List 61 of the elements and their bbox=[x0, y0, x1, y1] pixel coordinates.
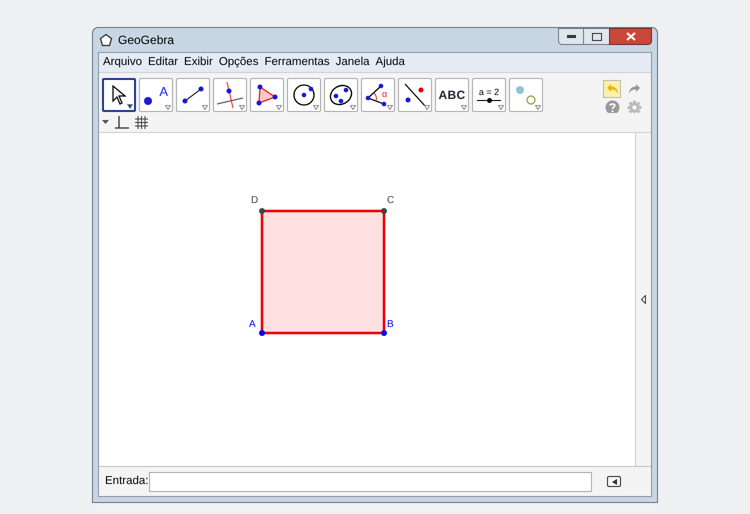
tool-button[interactable]: A bbox=[139, 78, 173, 112]
triangle-left-icon bbox=[612, 478, 617, 484]
tool-button[interactable]: α bbox=[361, 78, 395, 112]
collapse-triangle-icon[interactable] bbox=[102, 120, 109, 125]
menu-item[interactable]: Editar bbox=[148, 54, 178, 72]
dropdown-triangle-icon bbox=[202, 105, 208, 110]
triangle-icon bbox=[255, 84, 279, 106]
perpendicular-line-icon bbox=[216, 81, 244, 109]
tool-button[interactable] bbox=[287, 78, 321, 112]
minimize-button[interactable] bbox=[558, 28, 584, 45]
point-label: A bbox=[249, 319, 256, 330]
ellipse-icon bbox=[328, 83, 354, 107]
tool-button[interactable] bbox=[102, 78, 136, 112]
pentagon-icon bbox=[99, 33, 113, 47]
grid-icon[interactable] bbox=[135, 116, 148, 129]
dropdown-triangle-icon bbox=[461, 105, 467, 110]
axes-icon[interactable] bbox=[115, 116, 129, 130]
text-tool-label: ABC bbox=[438, 87, 466, 104]
segment-icon bbox=[182, 86, 204, 104]
dropdown-triangle-icon bbox=[165, 105, 171, 110]
menu-item[interactable]: Janela bbox=[336, 54, 370, 72]
point-label: D bbox=[251, 195, 258, 206]
input-label: Entrada: bbox=[105, 474, 148, 489]
line-and-point-icon bbox=[402, 82, 428, 108]
tool-button[interactable] bbox=[324, 78, 358, 112]
dropdown-triangle-icon bbox=[350, 105, 356, 110]
point-label: B bbox=[387, 319, 394, 330]
circle-icon bbox=[292, 83, 316, 107]
maximize-button[interactable] bbox=[584, 28, 609, 45]
input-field[interactable] bbox=[149, 472, 592, 492]
minimize-icon bbox=[566, 35, 576, 38]
redo-arrow-icon bbox=[628, 83, 640, 95]
dropdown-triangle-icon bbox=[387, 105, 393, 110]
tool-button[interactable] bbox=[176, 78, 210, 112]
point-label: C bbox=[387, 195, 394, 206]
dropdown-triangle-icon bbox=[535, 105, 541, 110]
close-button[interactable] bbox=[609, 28, 652, 45]
tool-button[interactable]: a = 2 bbox=[472, 78, 506, 112]
dropdown-triangle-icon bbox=[276, 105, 282, 110]
two-balls-icon bbox=[514, 84, 538, 106]
menu-item[interactable]: Arquivo bbox=[103, 54, 142, 72]
menu-item[interactable]: Ajuda bbox=[376, 54, 405, 72]
dropdown-triangle-icon bbox=[424, 105, 430, 110]
menu-item[interactable]: Opções bbox=[218, 54, 258, 72]
cursor-icon bbox=[111, 85, 127, 105]
dropdown-triangle-icon bbox=[127, 104, 133, 109]
tool-button[interactable]: ABC bbox=[435, 78, 469, 112]
tool-button[interactable] bbox=[250, 78, 284, 112]
menu-item[interactable]: Exibir bbox=[184, 54, 213, 72]
maximize-icon bbox=[592, 32, 602, 40]
dropdown-triangle-icon bbox=[239, 105, 245, 110]
tool-button[interactable] bbox=[398, 78, 432, 112]
toggle-input-help-button[interactable] bbox=[607, 476, 622, 487]
tool-button[interactable] bbox=[213, 78, 247, 112]
close-icon bbox=[626, 32, 636, 41]
expand-panel-icon[interactable] bbox=[641, 295, 646, 304]
dropdown-triangle-icon bbox=[498, 105, 504, 110]
dropdown-triangle-icon bbox=[313, 105, 319, 110]
undo-arrow-icon bbox=[606, 83, 618, 95]
menu-item[interactable]: Ferramentas bbox=[264, 54, 330, 72]
window-title: GeoGebra bbox=[118, 32, 174, 49]
